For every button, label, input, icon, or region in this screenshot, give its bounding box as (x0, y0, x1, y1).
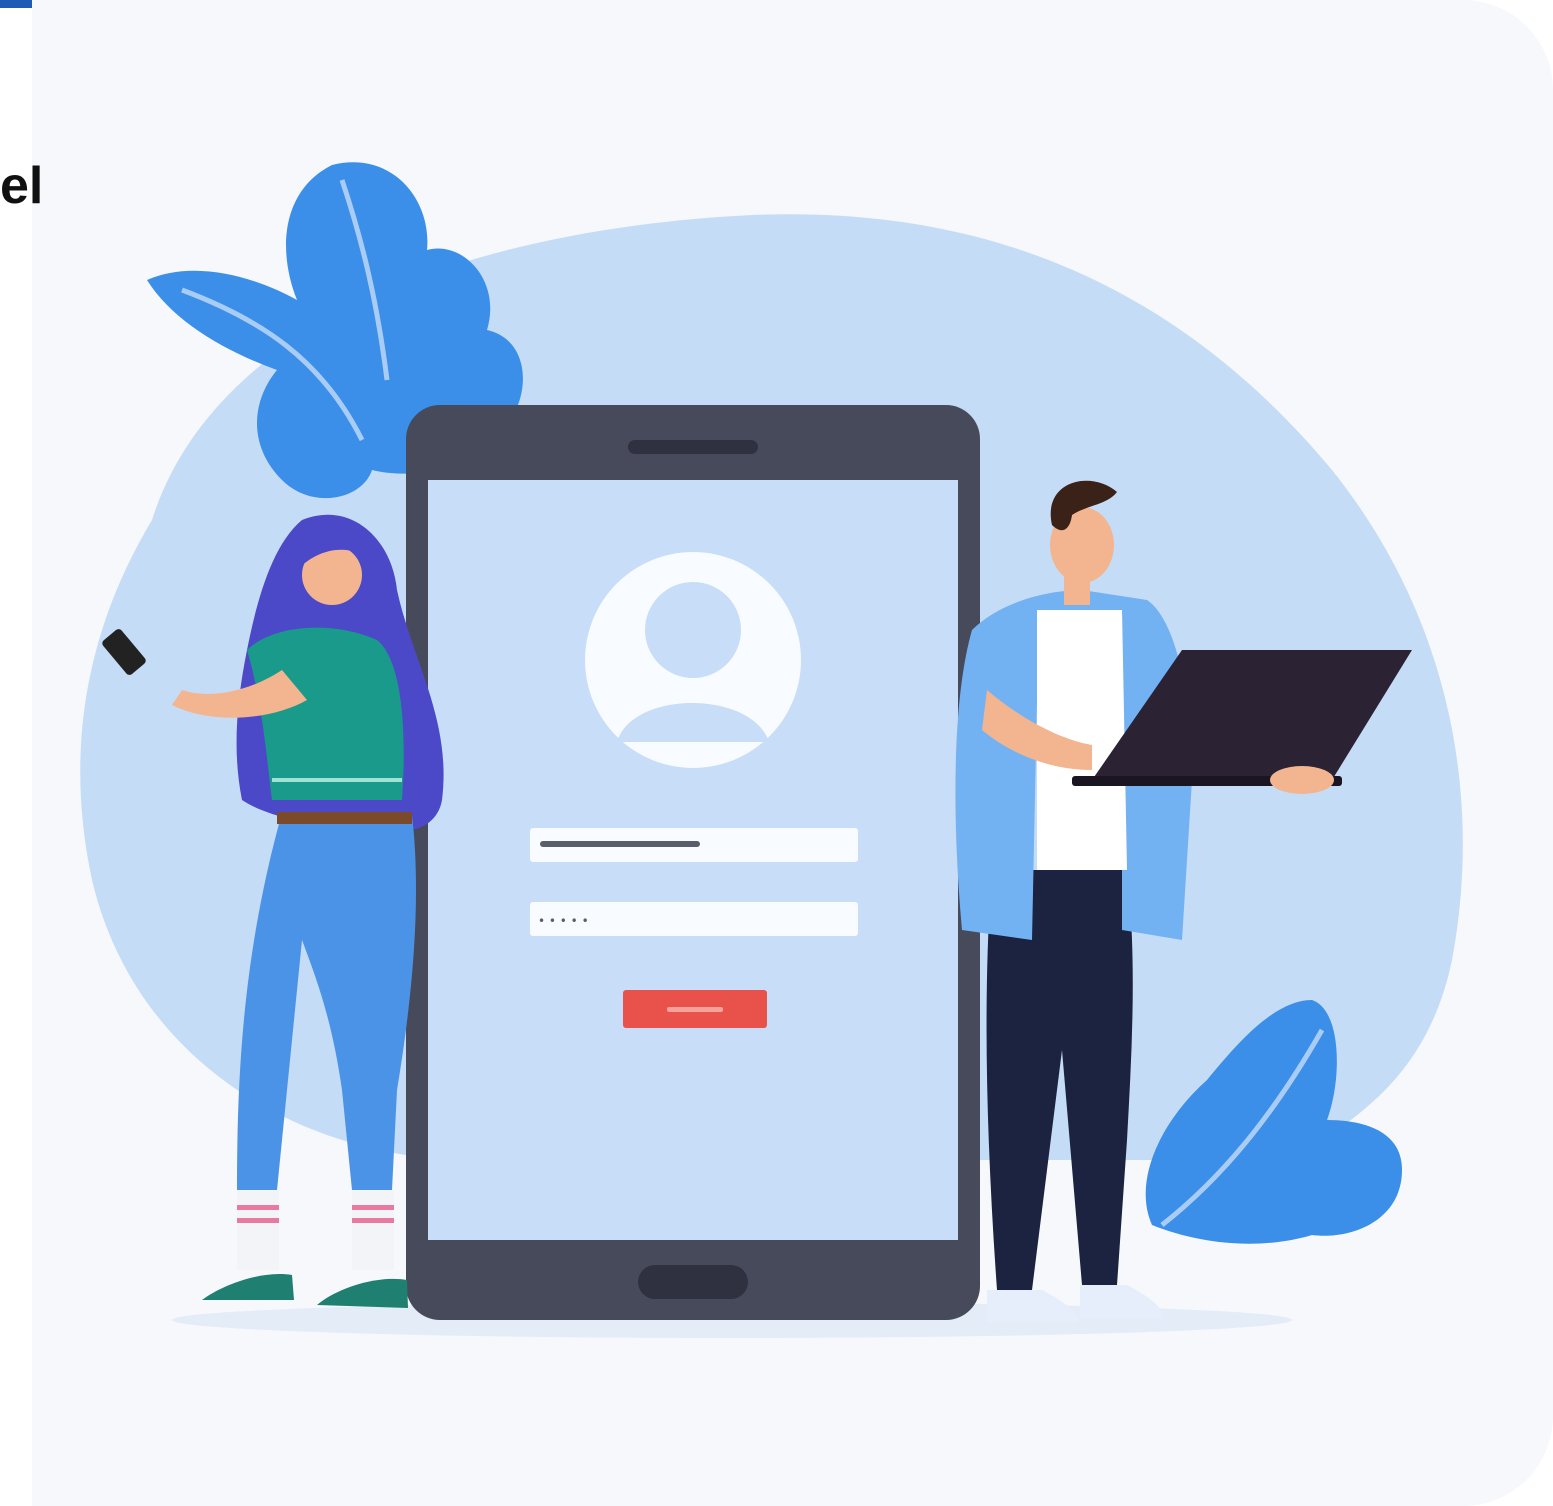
phone-home-button (638, 1265, 748, 1299)
heading-fragment: el (0, 157, 44, 215)
page: • • • • • el (0, 0, 1553, 1506)
phone-speaker (628, 440, 758, 454)
login-illustration-card: • • • • • (32, 0, 1553, 1506)
phone-device: • • • • • (406, 405, 980, 1320)
corner-accent-bar (0, 0, 32, 8)
login-illustration: • • • • • (80, 162, 1463, 1338)
password-mask: • • • • • (538, 914, 589, 928)
